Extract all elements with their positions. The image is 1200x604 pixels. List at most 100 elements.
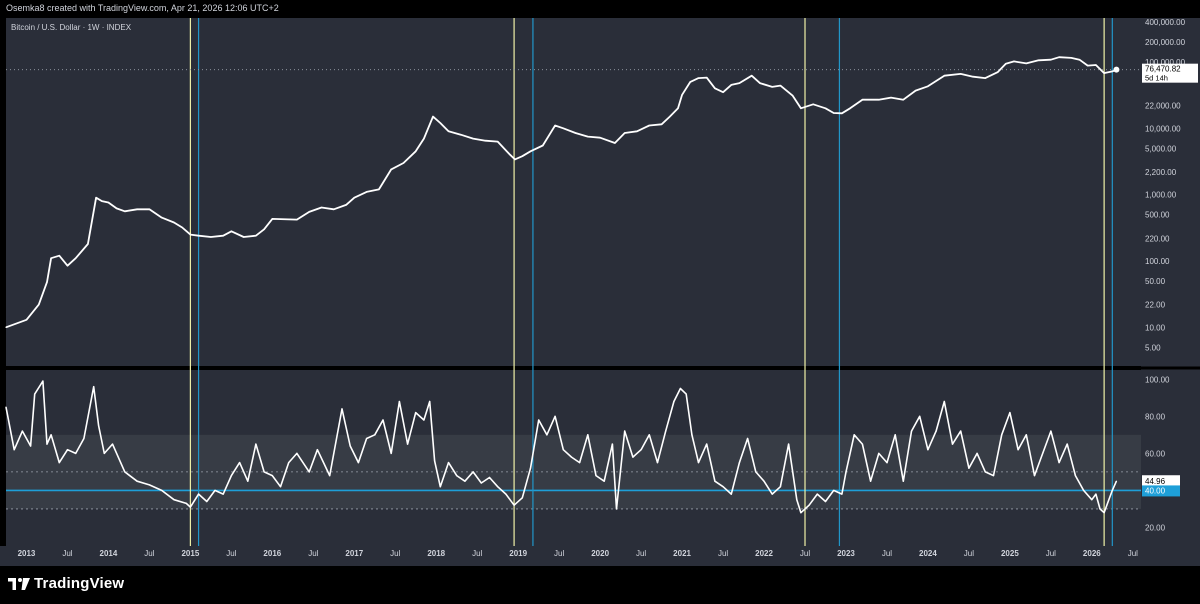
price-point [378,188,380,190]
oscillator-point [308,471,310,473]
price-point [353,197,355,199]
x-axis-tick: Jul [144,549,154,558]
oscillator-point [697,462,700,464]
oscillator-point [927,449,929,451]
price-point [677,107,679,109]
oscillator-point [570,456,573,458]
chart-credit: Osemka8 created with TradingView.com, Ap… [6,3,279,13]
oscillator-axis-tick: 80.00 [1145,412,1166,421]
chart-title: Bitcoin / U.S. Dollar · 1W · INDEX [11,23,132,32]
price-point [521,155,523,157]
price-axis-tick: 10.00 [1145,323,1166,332]
price-point [996,71,999,73]
oscillator-point [230,475,232,477]
oscillator-point [935,430,937,432]
price-point [95,197,97,199]
price-point [915,89,917,92]
oscillator-point [992,475,995,477]
oscillator-point [21,430,23,432]
x-axis-tick: Jul [800,549,810,558]
price-point [1050,59,1052,61]
oscillator-point [648,434,650,436]
last-price-label: 76,470.82 [1145,65,1181,74]
price-point [706,77,708,79]
oscillator-level-label: 40.00 [1145,486,1166,495]
oscillator-point [1017,449,1019,451]
tradingview-brand: TradingView [34,575,125,592]
oscillator-point [1074,475,1077,477]
oscillator-point [878,452,880,454]
x-axis-tick: 2014 [100,549,118,558]
price-point [308,211,310,213]
oscillator-point [464,480,466,482]
oscillator-point [579,462,581,464]
chart-svg[interactable]: 400,000.00200,000.00100,000.0022,000.001… [0,18,1200,566]
oscillator-point [456,475,458,477]
price-point [58,255,60,257]
oscillator-point [968,467,970,469]
oscillator-point [288,462,290,464]
oscillator-point [960,430,962,432]
x-axis-tick: 2019 [509,549,527,558]
oscillator-point [214,489,216,492]
oscillator-point [173,499,175,501]
price-point [878,99,880,101]
price-point [189,233,191,236]
oscillator-point [1066,443,1068,445]
oscillator-point [902,480,904,482]
oscillator-point [148,484,151,486]
oscillator-point [271,475,273,477]
oscillator-point [841,493,843,495]
oscillator-point [1103,512,1105,514]
price-point [181,226,183,229]
price-axis-tick: 400,000.00 [1145,18,1186,27]
price-point [148,208,151,210]
price-point [902,99,904,101]
oscillator-point [316,449,319,451]
price-point [812,103,814,105]
oscillator-point [66,449,69,451]
oscillator-point [222,493,224,495]
price-point [497,140,499,143]
oscillator-point [656,462,659,464]
x-axis-tick: 2024 [919,549,937,558]
oscillator-point [390,452,392,454]
price-point [660,123,663,125]
oscillator-current-label: 44.96 [1145,477,1166,486]
oscillator-point [894,434,896,436]
oscillator-point [382,419,384,421]
x-axis-tick: 2018 [427,549,445,558]
oscillator-point [472,471,474,473]
chart-area[interactable]: 400,000.00 200,000.00 100,000.00 22,000.00 1… [0,18,1200,566]
oscillator-point [1111,489,1113,492]
price-point [1005,63,1007,65]
oscillator-point [538,419,540,421]
oscillator-point [951,443,954,445]
price-axis-tick: 5,000.00 [1145,144,1177,153]
oscillator-point [679,387,682,390]
price-point [210,236,212,238]
top-bar: Osemka8 created with TradingView.com, Ap… [0,0,1200,18]
price-axis-tick: 500.00 [1145,211,1170,220]
x-axis-tick: 2017 [345,549,363,558]
oscillator-point [546,434,548,436]
oscillator-point [1083,489,1085,492]
x-axis-tick: 2025 [1001,549,1019,558]
oscillator-point [93,386,95,388]
oscillator-point [1033,475,1036,477]
price-point [697,77,700,79]
x-axis-tick: 2023 [837,549,855,558]
x-axis-tick: 2026 [1083,549,1101,558]
x-axis-tick: Jul [472,549,482,558]
oscillator-point [808,504,810,506]
oscillator-point [5,406,7,408]
price-point [460,134,462,136]
oscillator-point [341,408,343,410]
price-point [87,243,89,245]
price-point [124,210,126,212]
price-point [1095,64,1097,66]
oscillator-point [595,475,597,477]
oscillator-point [1095,493,1097,495]
oscillator-point [910,430,913,432]
oscillator-point [640,449,642,451]
